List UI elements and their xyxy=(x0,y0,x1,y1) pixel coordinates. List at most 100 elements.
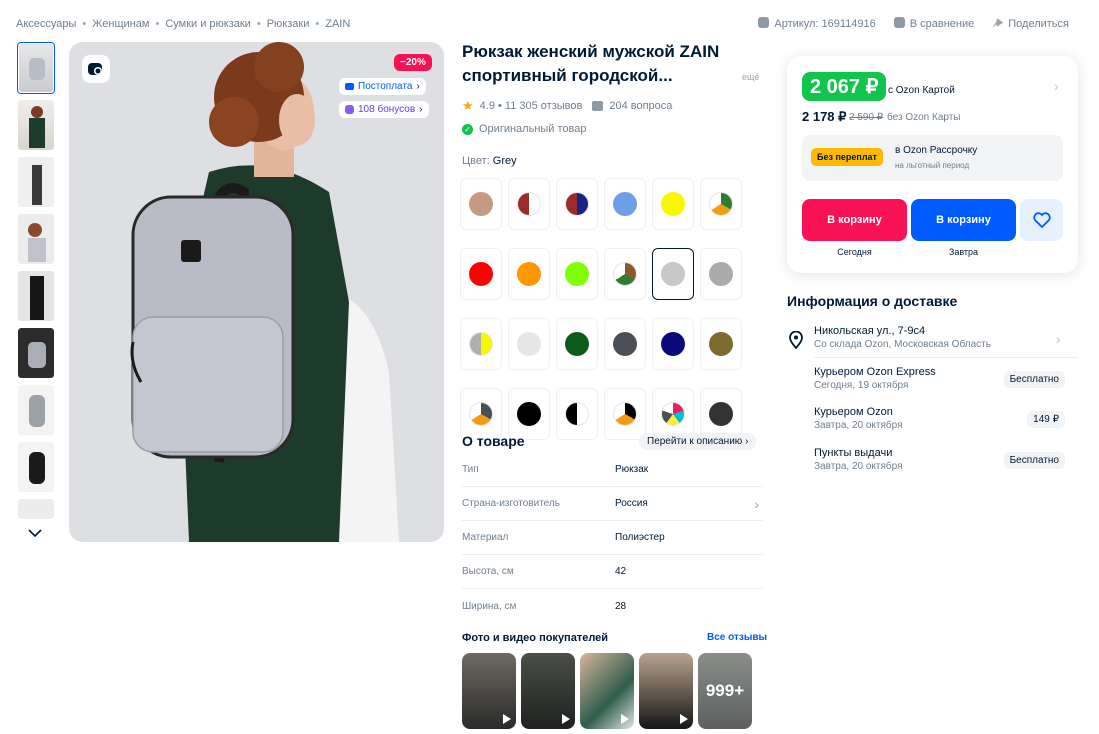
color-dot xyxy=(565,332,589,356)
product-title: Рюкзак женский мужской ZAIN спортивный г… xyxy=(462,42,720,85)
color-dot xyxy=(709,332,733,356)
customer-photo[interactable] xyxy=(521,653,575,729)
color-dot xyxy=(517,332,541,356)
breadcrumb-item[interactable]: Рюкзаки xyxy=(267,18,310,30)
question-icon xyxy=(592,101,604,111)
color-swatch[interactable] xyxy=(556,248,598,300)
color-swatch[interactable] xyxy=(652,248,694,300)
color-swatch[interactable] xyxy=(700,318,742,370)
heart-icon xyxy=(1032,212,1051,228)
color-swatch[interactable] xyxy=(460,248,502,300)
breadcrumb-item[interactable]: Сумки и рюкзаки xyxy=(165,18,251,30)
delivery-option-name: Курьером Ozon xyxy=(814,406,893,418)
play-icon xyxy=(621,714,629,724)
color-swatch[interactable] xyxy=(508,178,550,230)
color-swatch[interactable] xyxy=(508,248,550,300)
spec-row: Тип Рюкзак xyxy=(462,453,763,487)
color-dot xyxy=(661,332,685,356)
color-dot xyxy=(709,262,733,286)
chevron-right-icon[interactable]: › xyxy=(1054,78,1059,94)
more-photos-tile[interactable]: 999+ xyxy=(698,653,752,729)
breadcrumb-item[interactable]: ZAIN xyxy=(325,18,350,30)
color-swatch[interactable] xyxy=(556,318,598,370)
color-dot xyxy=(661,402,685,426)
check-circle-icon: ✓ xyxy=(462,123,473,135)
color-dot xyxy=(709,402,733,426)
color-swatch[interactable] xyxy=(700,178,742,230)
thumbnail[interactable] xyxy=(17,156,55,208)
color-dot xyxy=(517,402,541,426)
thumbnail[interactable] xyxy=(17,213,55,265)
delivery-option-name: Пункты выдачи xyxy=(814,447,893,459)
thumbnail[interactable] xyxy=(17,42,55,94)
color-swatch[interactable] xyxy=(556,388,598,440)
chevron-right-icon[interactable]: › xyxy=(1056,331,1061,347)
about-title: О товаре xyxy=(462,433,525,449)
spec-row[interactable]: Страна-изготовитель Россия › xyxy=(462,487,763,521)
color-dot xyxy=(613,262,637,286)
add-to-cart-today-button[interactable]: В корзину xyxy=(802,199,907,241)
color-swatch[interactable] xyxy=(556,178,598,230)
cart-tomorrow-sub: Завтра xyxy=(948,247,979,257)
color-swatch[interactable] xyxy=(604,178,646,230)
color-swatch[interactable] xyxy=(460,318,502,370)
all-reviews-link[interactable]: Все отзывы xyxy=(707,632,767,643)
color-swatch[interactable] xyxy=(652,318,694,370)
location-pin-icon xyxy=(789,331,803,349)
bonus-badge[interactable]: 108 бонусов › xyxy=(339,101,429,118)
bonus-icon xyxy=(345,105,354,114)
go-to-description-button[interactable]: Перейти к описанию › xyxy=(639,433,757,450)
delivery-option-date: Сегодня, 19 октября xyxy=(814,380,909,391)
spec-row: Высота, см 42 xyxy=(462,555,763,589)
color-dot xyxy=(613,192,637,216)
customer-photo[interactable] xyxy=(639,653,693,729)
color-swatch[interactable] xyxy=(604,388,646,440)
discount-badge: −20% xyxy=(394,54,432,71)
breadcrumb-item[interactable]: Женщинам xyxy=(92,18,149,30)
title-more-link[interactable]: ещё xyxy=(742,72,759,82)
rating-row[interactable]: ★ 4.9 • 11 305 отзывов 204 вопроса xyxy=(462,98,672,114)
installment-title: в Ozon Рассрочку xyxy=(895,145,978,156)
color-swatch[interactable] xyxy=(460,178,502,230)
delivery-option-price: Бесплатно xyxy=(1003,452,1065,469)
color-swatch[interactable] xyxy=(700,248,742,300)
color-dot xyxy=(565,192,589,216)
delivery-address[interactable]: Никольская ул., 7-9с4 xyxy=(814,325,925,337)
visual-search-icon[interactable] xyxy=(82,55,110,83)
color-swatch[interactable] xyxy=(604,248,646,300)
thumbnail[interactable] xyxy=(17,270,55,322)
play-icon xyxy=(503,714,511,724)
thumbnail[interactable] xyxy=(17,99,55,151)
breadcrumb-item[interactable]: Аксессуары xyxy=(16,18,76,30)
share-button[interactable]: Поделиться xyxy=(992,17,1069,30)
delivery-option-date: Завтра, 20 октября xyxy=(814,420,903,431)
customer-photo[interactable] xyxy=(580,653,634,729)
divider xyxy=(814,357,1078,358)
color-swatches xyxy=(460,178,742,440)
ozon-card-label: с Ozon Картой xyxy=(888,85,955,96)
article-number[interactable]: Артикул: 169114916 xyxy=(758,17,876,30)
chevron-down-icon[interactable] xyxy=(28,526,42,540)
customer-photo[interactable] xyxy=(462,653,516,729)
color-dot xyxy=(469,402,493,426)
spec-row: Материал Полиэстер xyxy=(462,521,763,555)
thumbnail[interactable] xyxy=(17,384,55,436)
price-label: без Ozon Карты xyxy=(887,112,961,123)
favorite-button[interactable] xyxy=(1020,199,1063,241)
color-swatch[interactable] xyxy=(652,178,694,230)
thumbnail[interactable] xyxy=(17,498,55,520)
color-swatch[interactable] xyxy=(604,318,646,370)
postpay-badge[interactable]: Постоплата › xyxy=(339,78,426,95)
play-icon xyxy=(680,714,688,724)
add-to-cart-tomorrow-button[interactable]: В корзину xyxy=(911,199,1016,241)
color-swatch[interactable] xyxy=(508,318,550,370)
installment-badge: Без переплат xyxy=(811,148,883,166)
color-dot xyxy=(661,192,685,216)
customer-photos-title: Фото и видео покупателей xyxy=(462,632,609,644)
delivery-option-price: Бесплатно xyxy=(1003,371,1065,388)
thumbnail[interactable] xyxy=(17,441,55,493)
chevron-right-icon: › xyxy=(416,81,420,92)
thumbnail[interactable] xyxy=(17,327,55,379)
color-label: Цвет: Grey xyxy=(462,155,517,167)
compare-button[interactable]: В сравнение xyxy=(893,17,974,30)
